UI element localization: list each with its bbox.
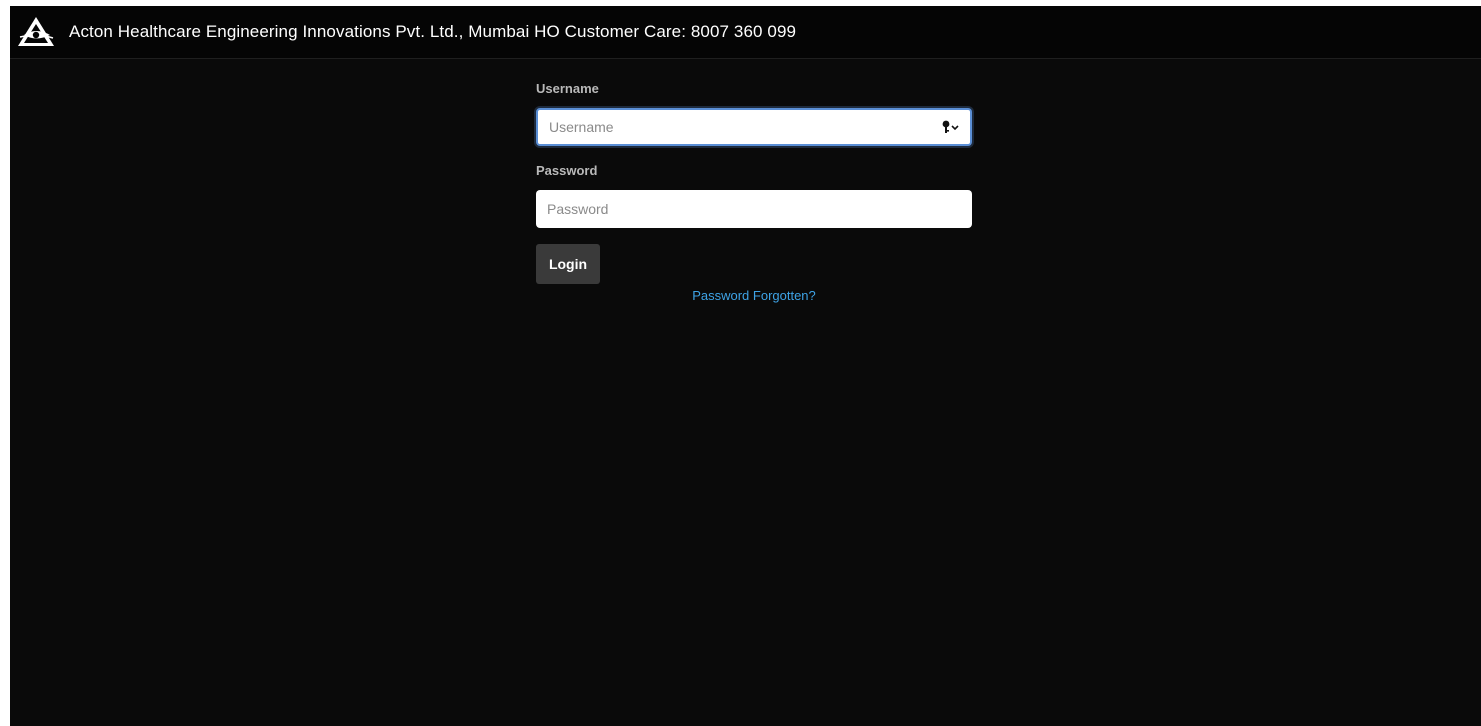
key-chevron-icon[interactable] — [941, 119, 961, 135]
password-forgotten-link[interactable]: Password Forgotten? — [536, 288, 972, 303]
login-form: Username Password Login Password Forgott… — [536, 80, 974, 303]
company-title: Acton Healthcare Engineering Innovations… — [69, 22, 797, 41]
username-input[interactable] — [538, 110, 970, 144]
top-header-bar: Acton Healthcare Engineering Innovations… — [10, 6, 1481, 59]
username-label: Username — [536, 81, 599, 96]
password-input[interactable] — [536, 190, 972, 228]
username-field-wrapper — [536, 108, 972, 146]
password-label: Password — [536, 163, 598, 178]
password-field-wrapper — [536, 190, 972, 228]
login-button[interactable]: Login — [536, 244, 600, 284]
eye-triangle-logo-icon[interactable] — [16, 15, 56, 49]
app-window: Acton Healthcare Engineering Innovations… — [10, 6, 1481, 726]
